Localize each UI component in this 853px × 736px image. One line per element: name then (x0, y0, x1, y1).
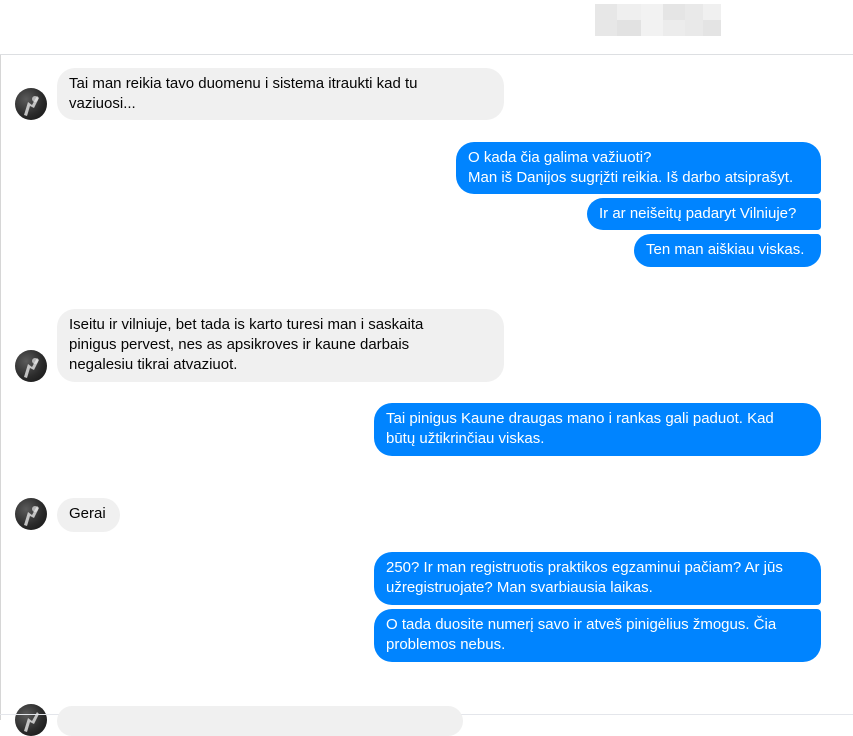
outgoing-message: O kada čia galima važiuoti? Man iš Danij… (456, 142, 821, 194)
outgoing-message: Ir ar neišeitų padaryt Vilniuje? (587, 198, 821, 230)
contact-avatar[interactable] (15, 88, 47, 120)
incoming-message: Tai man reikia tavo duomenu i sistema it… (57, 68, 504, 120)
contact-name-blurred (595, 4, 721, 36)
outgoing-message: Tai pinigus Kaune draugas mano i rankas … (374, 403, 821, 456)
contact-avatar[interactable] (15, 498, 47, 530)
contact-avatar[interactable] (15, 704, 47, 736)
outgoing-message: 250? Ir man registruotis praktikos egzam… (374, 552, 821, 605)
window-border (0, 0, 1, 720)
conversation-header (0, 0, 853, 55)
outgoing-message: Ten man aiškiau viskas. (634, 234, 821, 267)
incoming-message-partial (57, 706, 463, 736)
incoming-message: Iseitu ir vilniuje, bet tada is karto tu… (57, 309, 504, 382)
incoming-message: Gerai (57, 498, 120, 532)
contact-avatar[interactable] (15, 350, 47, 382)
outgoing-message: O tada duosite numerį savo ir atveš pini… (374, 609, 821, 662)
